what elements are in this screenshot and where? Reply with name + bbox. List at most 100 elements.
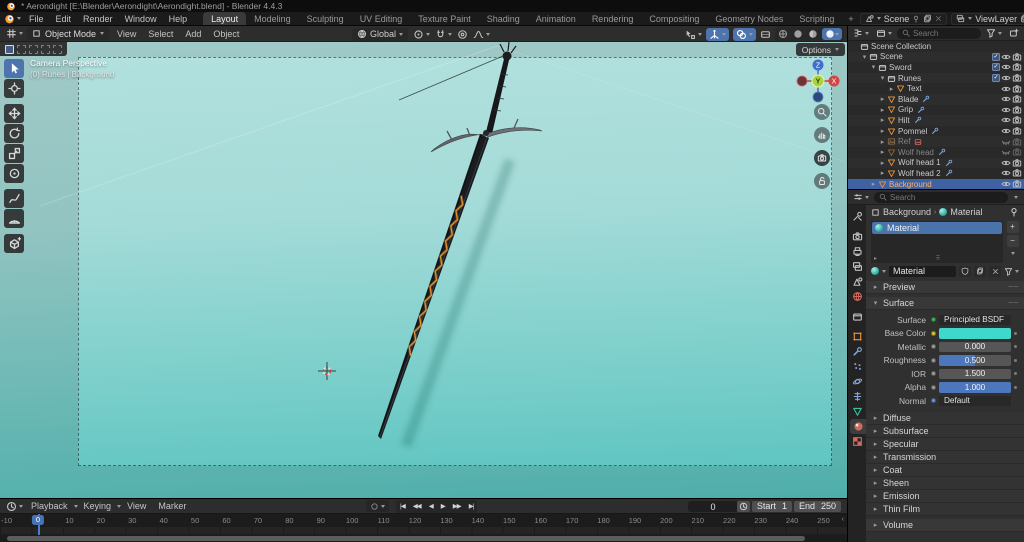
tab-tool[interactable] [848,209,866,224]
exclude-checkbox[interactable]: ✓ [992,63,1000,72]
surface-panel-header[interactable]: ▾ Surface ┄┄ [866,297,1024,310]
visibility-icon[interactable] [1001,179,1011,189]
render-visibility-icon[interactable] [1012,62,1022,72]
outliner-row-wolf-head-2[interactable]: ▸ Wolf head 2 undefined [848,168,1024,179]
render-visibility-icon[interactable] [1012,147,1022,157]
transform-tool[interactable] [4,164,24,183]
visibility-icon[interactable] [1001,84,1011,94]
timeline-menu-marker[interactable]: Marker [152,501,192,511]
render-visibility-icon[interactable] [1012,52,1022,62]
3d-viewport[interactable]: Object Mode View Select Add Object Global [0,26,847,498]
new-scene-icon[interactable] [923,14,932,23]
outliner-filter-button[interactable] [984,28,1004,38]
proportional-editing-button[interactable] [457,29,468,40]
viewport-menu-add[interactable]: Add [179,29,207,39]
tab-texture[interactable] [848,434,866,449]
tab-collection[interactable] [848,309,866,324]
add-slot-button[interactable]: + [1006,221,1019,233]
next-keyframe-button[interactable]: ▶▶ [449,500,465,513]
annotate-tool[interactable] [4,189,24,208]
material-specials-button[interactable] [1004,267,1019,276]
tab-constraints[interactable] [848,389,866,404]
property-value-alpha[interactable]: 1.000 [939,382,1011,393]
unlink-material-button[interactable] [989,265,1001,277]
current-frame-field[interactable]: 0 [688,501,738,512]
scene-selector[interactable]: Scene [859,12,948,25]
timeline-channel-strip[interactable] [0,527,847,534]
timeline-menu-view[interactable]: View [121,501,152,511]
camera-view-button[interactable] [814,150,830,166]
add-cube-tool[interactable] [4,234,24,253]
expand-toggle[interactable]: ▸ [878,138,887,146]
viewport-canvas[interactable] [0,42,847,498]
workspace-tab-geometry-nodes[interactable]: Geometry Nodes [707,12,791,25]
pan-button[interactable] [814,127,830,143]
render-visibility-icon[interactable] [1012,73,1022,83]
new-material-button[interactable] [974,265,986,277]
render-visibility-icon[interactable] [1012,126,1022,136]
render-visibility-icon[interactable] [1012,137,1022,147]
proportional-falloff-button[interactable] [473,29,491,40]
outliner-search-input[interactable]: Search [897,27,981,39]
menu-edit[interactable]: Edit [50,14,78,24]
expand-toggle[interactable]: ▸ [878,169,887,177]
timeline-menu-playback[interactable]: Playback [25,501,74,511]
outliner-row-hilt[interactable]: ▸ Hilt undefined [848,115,1024,126]
new-collection-button[interactable] [1007,28,1021,38]
animate-decorator[interactable] [1011,372,1020,376]
visibility-icon[interactable] [1001,73,1011,83]
outliner-row-scene-collection[interactable]: Scene Collection [848,41,1024,52]
menu-help[interactable]: Help [163,14,194,24]
material-name-field[interactable]: Material [889,265,956,277]
workspace-tab-compositing[interactable]: Compositing [641,12,707,25]
shading-wireframe[interactable] [777,29,789,39]
remove-slot-button[interactable]: − [1006,235,1019,247]
tool-options-button[interactable]: Options [795,43,845,56]
navigation-gizmo[interactable]: Z X Y [790,54,846,110]
visibility-icon[interactable] [1001,105,1011,115]
play-button[interactable]: ▶ [437,500,449,513]
render-visibility-icon[interactable] [1012,94,1022,104]
expand-toggle[interactable]: ▸ [887,85,896,93]
snap-button[interactable] [435,29,453,40]
render-visibility-icon[interactable] [1012,179,1022,189]
scale-tool[interactable] [4,144,24,163]
timeline-editor-type-button[interactable] [4,501,25,512]
properties-search-input[interactable]: Search [874,191,1008,203]
animate-decorator[interactable] [1011,331,1020,335]
outliner-row-sword[interactable]: ▾ Sword ✓ [848,62,1024,73]
outliner-row-runes[interactable]: ▾ Runes ✓ [848,72,1024,84]
workspace-tab-shading[interactable]: Shading [479,12,528,25]
outliner-row-wolf-head-1[interactable]: ▸ Wolf head 1 undefined [848,157,1024,169]
slot-specials-caret[interactable] [1010,252,1015,255]
breadcrumb-material[interactable]: Material [950,207,982,217]
jump-end-button[interactable]: ▶| [465,500,478,513]
tab-render[interactable] [848,229,866,244]
visibility-icon[interactable] [1001,126,1011,136]
expand-toggle[interactable]: ▸ [869,180,878,188]
select-box-tool[interactable] [4,59,24,78]
tab-view-layer[interactable] [848,259,866,274]
select-mode-set[interactable] [5,44,14,54]
expand-toggle[interactable]: ▸ [878,116,887,124]
new-view-layer-icon[interactable] [1020,14,1024,23]
outliner-row-grip[interactable]: ▸ Grip undefined [848,104,1024,116]
select-mode-intersect[interactable] [53,44,62,54]
animate-decorator[interactable] [1011,345,1020,349]
pin-icon[interactable] [912,15,920,23]
tab-scene[interactable] [848,274,866,289]
property-value-base-color[interactable] [939,328,1011,339]
region-collapse-chevron[interactable]: ‹ [842,516,844,523]
gizmos-toggle[interactable] [706,27,729,41]
property-value-normal[interactable]: Default [939,395,1011,406]
pivot-point-button[interactable] [413,29,431,40]
preview-panel-header[interactable]: ▸ Preview ┄┄ [866,281,1024,294]
outliner-row-ref[interactable]: ▸ Ref [848,136,1024,147]
workspace-tab-texture-paint[interactable]: Texture Paint [410,12,479,25]
frame-start-field[interactable]: Start 1 [751,500,792,512]
render-visibility-icon[interactable] [1012,115,1022,125]
panel-header-specular[interactable]: ▸ Specular [866,437,1024,451]
expand-toggle[interactable]: ▾ [878,74,887,82]
panel-header-transmission[interactable]: ▸ Transmission [866,450,1024,464]
object-type-visibility[interactable] [685,29,702,40]
